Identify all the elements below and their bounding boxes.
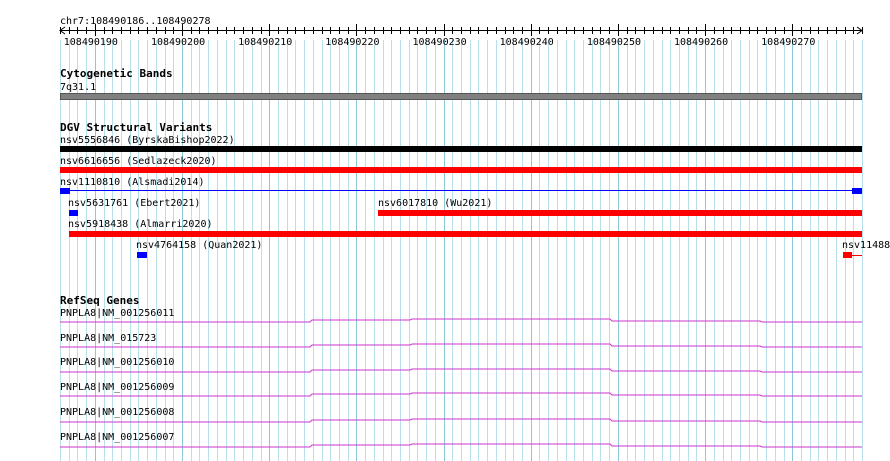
ruler-tick-label: 108490220 <box>325 37 379 48</box>
dgv-feature-connector[interactable] <box>60 190 862 191</box>
gene-label: PNPLA8|NM_001256011 <box>60 308 175 319</box>
dgv-feature-label: nsv5631761 (Ebert2021) <box>68 198 201 209</box>
dgv-feature-bar[interactable] <box>69 210 78 216</box>
dgv-feature-block[interactable] <box>60 188 70 194</box>
ruler-tick-label: 108490260 <box>674 37 728 48</box>
ruler-tick-label: 108490240 <box>500 37 554 48</box>
gene-label: PNPLA8|NM_015723 <box>60 333 157 344</box>
cytoband-track-title: Cytogenetic Bands <box>60 67 173 80</box>
ruler[interactable]: 108490190 108490200 108490210 108490220 1084… <box>0 0 890 50</box>
refseq-track-title: RefSeq Genes <box>60 294 140 307</box>
dgv-feature-label: nsv1110810 (Alsmadi2014) <box>60 177 205 188</box>
dgv-feature-block[interactable] <box>852 188 862 194</box>
dgv-feature-bar[interactable] <box>60 146 862 152</box>
ruler-tick-label: 108490250 <box>587 37 641 48</box>
dgv-feature-connector[interactable] <box>852 255 862 256</box>
dgv-feature-label: nsv5918438 (Almarri2020) <box>68 219 213 230</box>
dgv-feature-label: nsv11488 <box>842 240 890 251</box>
ruler-tick-label: 108490200 <box>151 37 205 48</box>
gene-label: PNPLA8|NM_001256007 <box>60 432 175 443</box>
dgv-feature-label: nsv6616656 (Sedlazeck2020) <box>60 156 217 167</box>
cytoband-label: 7q31.1 <box>60 82 97 93</box>
dgv-feature-bar[interactable] <box>69 231 862 237</box>
dgv-feature-label: nsv4764158 (Quan2021) <box>136 240 263 251</box>
ruler-tick-label: 108490270 <box>761 37 815 48</box>
dgv-feature-label: nsv6017810 (Wu2021) <box>378 198 493 209</box>
gene-label: PNPLA8|NM_001256008 <box>60 407 175 418</box>
gene-label: PNPLA8|NM_001256010 <box>60 357 175 368</box>
ruler-tick-label: 108490230 <box>412 37 466 48</box>
dgv-feature-bar[interactable] <box>137 252 147 258</box>
ruler-tick-label: 108490190 <box>64 37 118 48</box>
dgv-feature-label: nsv5556846 (ByrskaBishop2022) <box>60 135 235 146</box>
dgv-track-title: DGV Structural Variants <box>60 121 213 134</box>
dgv-feature-bar[interactable] <box>60 167 862 173</box>
cytoband-bar[interactable] <box>60 93 862 100</box>
gene-label: PNPLA8|NM_001256009 <box>60 382 175 393</box>
dgv-feature-bar[interactable] <box>378 210 862 216</box>
dgv-feature-bar[interactable] <box>843 252 852 258</box>
ruler-tick-label: 108490210 <box>238 37 292 48</box>
